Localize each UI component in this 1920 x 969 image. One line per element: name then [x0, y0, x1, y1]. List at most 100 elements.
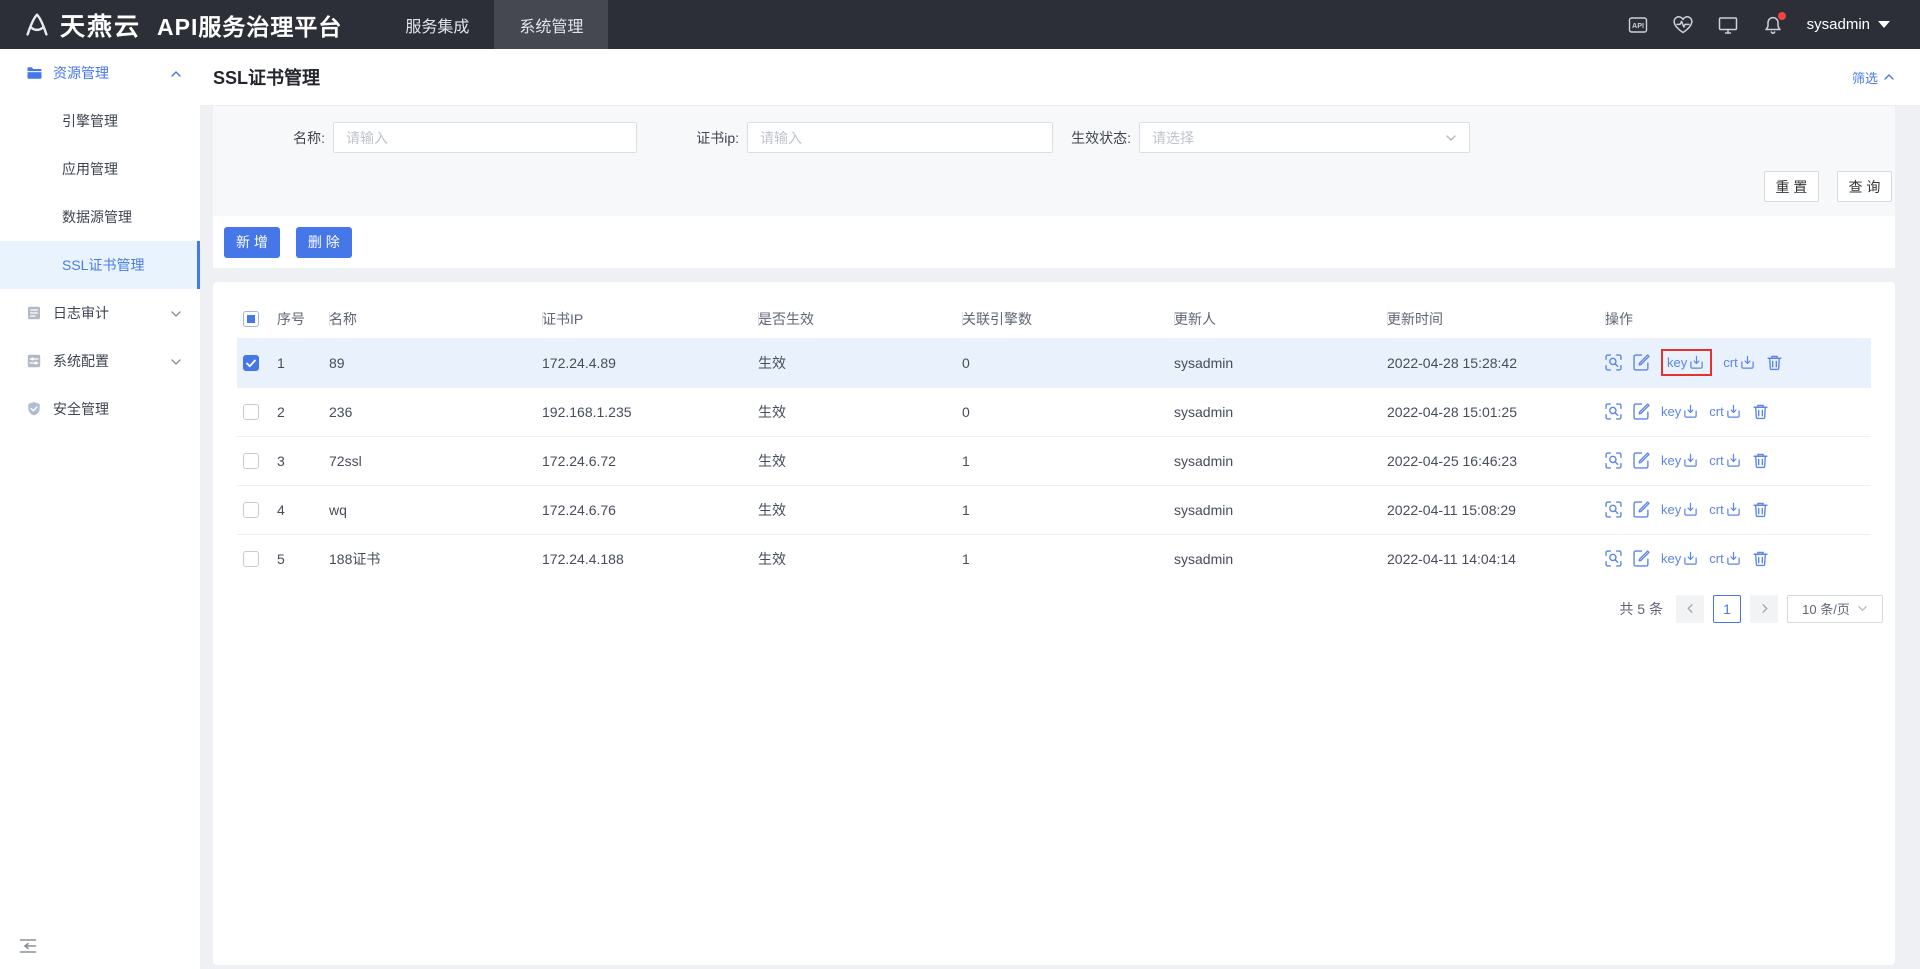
edit-icon[interactable]: [1633, 403, 1650, 420]
cell-index: 5: [277, 534, 329, 583]
cell-index: 3: [277, 436, 329, 485]
view-icon[interactable]: [1605, 452, 1622, 469]
crt-download-link[interactable]: crt: [1709, 502, 1740, 517]
view-icon[interactable]: [1605, 354, 1622, 371]
filter-panel: 名称: 证书ip: 生效状态: 请选择: [213, 106, 1895, 216]
pagination: 共 5 条 1 10 条/页: [237, 595, 1883, 623]
sidebar-item-ssl-cert-management[interactable]: SSL证书管理: [0, 241, 200, 289]
cell-name: wq: [329, 485, 542, 534]
reset-button[interactable]: 重 置: [1764, 171, 1819, 202]
tab-service-integration[interactable]: 服务集成: [380, 0, 494, 49]
page-header: SSL证书管理 筛选: [200, 49, 1920, 106]
row-checkbox[interactable]: [243, 453, 259, 469]
delete-row-icon[interactable]: [1752, 501, 1769, 518]
chevron-down-icon: [1445, 132, 1457, 144]
cell-status: 生效: [758, 534, 962, 583]
prev-page-button[interactable]: [1676, 595, 1704, 623]
cell-status: 生效: [758, 485, 962, 534]
sidebar-item-label: 应用管理: [62, 159, 118, 179]
cell-name: 89: [329, 338, 542, 387]
edit-icon[interactable]: [1633, 550, 1650, 567]
cell-name: 236: [329, 387, 542, 436]
spacer: [213, 268, 1895, 282]
filter-toggle-link[interactable]: 筛选: [1852, 68, 1895, 87]
key-download-link[interactable]: key: [1661, 551, 1698, 566]
view-icon[interactable]: [1605, 501, 1622, 518]
table-row: 3 72ssl 172.24.6.72 生效 1 sysadmin 2022-0…: [237, 436, 1871, 485]
download-icon: [1726, 404, 1741, 419]
edit-icon[interactable]: [1633, 452, 1650, 469]
cell-engine-count: 0: [962, 338, 1174, 387]
sidebar-item-label: 数据源管理: [62, 207, 132, 227]
key-download-link[interactable]: key: [1661, 502, 1698, 517]
delete-row-icon[interactable]: [1752, 452, 1769, 469]
topbar-actions: API sysadmin: [1627, 0, 1920, 49]
user-menu[interactable]: sysadmin: [1807, 16, 1890, 33]
col-updater: 更新人: [1174, 300, 1387, 338]
status-select[interactable]: 请选择: [1139, 122, 1470, 153]
sidebar-item-label: 资源管理: [53, 63, 109, 83]
cell-update-time: 2022-04-11 15:08:29: [1387, 485, 1605, 534]
query-button[interactable]: 查 询: [1837, 171, 1892, 202]
col-index: 序号: [277, 300, 329, 338]
sidebar-item-resource-management[interactable]: 资源管理: [0, 49, 200, 97]
delete-row-icon[interactable]: [1752, 403, 1769, 420]
crt-download-link[interactable]: crt: [1709, 453, 1740, 468]
sidebar-item-datasource-management[interactable]: 数据源管理: [0, 193, 200, 241]
cell-update-time: 2022-04-11 14:04:14: [1387, 534, 1605, 583]
collapse-sidebar-icon[interactable]: [18, 937, 38, 955]
key-download-link[interactable]: key: [1661, 453, 1698, 468]
sidebar-item-engine-management[interactable]: 引擎管理: [0, 97, 200, 145]
row-checkbox[interactable]: [243, 355, 259, 371]
view-icon[interactable]: [1605, 403, 1622, 420]
table-row: 2 236 192.168.1.235 生效 0 sysadmin 2022-0…: [237, 387, 1871, 436]
sidebar-item-label: 安全管理: [53, 399, 109, 419]
tab-system-management[interactable]: 系统管理: [494, 0, 608, 49]
sidebar-item-app-management[interactable]: 应用管理: [0, 145, 200, 193]
api-doc-icon[interactable]: API: [1627, 14, 1649, 36]
cert-ip-input[interactable]: [747, 122, 1053, 153]
crt-download-link[interactable]: crt: [1723, 355, 1754, 370]
filter-status: 生效状态: 请选择: [1019, 122, 1470, 153]
api-icon-label: API: [1632, 20, 1644, 29]
crt-download-link[interactable]: crt: [1709, 551, 1740, 566]
download-icon: [1740, 355, 1755, 370]
console-monitor-icon[interactable]: [1717, 14, 1739, 36]
cert-ip-label: 证书ip:: [627, 128, 747, 148]
add-button[interactable]: 新 增: [224, 227, 280, 258]
sidebar-item-label: 系统配置: [53, 351, 109, 371]
next-page-button[interactable]: [1750, 595, 1778, 623]
row-checkbox[interactable]: [243, 502, 259, 518]
key-download-link[interactable]: key: [1661, 404, 1698, 419]
edit-icon[interactable]: [1633, 501, 1650, 518]
logo-icon: [22, 10, 52, 40]
select-all-checkbox[interactable]: [243, 311, 259, 327]
log-icon: [26, 305, 42, 321]
crt-download-link[interactable]: crt: [1709, 404, 1740, 419]
current-page-button[interactable]: 1: [1713, 595, 1741, 623]
name-input[interactable]: [333, 122, 637, 153]
sidebar-item-log-audit[interactable]: 日志审计: [0, 289, 200, 337]
col-name: 名称: [329, 300, 542, 338]
col-engine-count: 关联引擎数: [962, 300, 1174, 338]
row-checkbox[interactable]: [243, 551, 259, 567]
health-monitor-icon[interactable]: [1672, 14, 1694, 36]
sidebar-item-system-config[interactable]: 系统配置: [0, 337, 200, 385]
cell-cert-ip: 172.24.6.76: [542, 485, 758, 534]
page-size-select[interactable]: 10 条/页: [1787, 595, 1883, 623]
filter-name-label: 名称:: [213, 128, 333, 148]
sidebar-item-security-management[interactable]: 安全管理: [0, 385, 200, 433]
download-icon: [1683, 453, 1698, 468]
download-icon: [1689, 355, 1704, 370]
view-icon[interactable]: [1605, 550, 1622, 567]
delete-row-icon[interactable]: [1766, 354, 1783, 371]
pagination-total: 共 5 条: [1619, 599, 1663, 619]
key-download-link[interactable]: key: [1667, 355, 1704, 370]
delete-button[interactable]: 删 除: [296, 227, 352, 258]
row-checkbox[interactable]: [243, 404, 259, 420]
notification-bell-icon[interactable]: [1762, 14, 1784, 36]
cell-update-time: 2022-04-28 15:01:25: [1387, 387, 1605, 436]
sidebar-item-label: 引擎管理: [62, 111, 118, 131]
edit-icon[interactable]: [1633, 354, 1650, 371]
delete-row-icon[interactable]: [1752, 550, 1769, 567]
